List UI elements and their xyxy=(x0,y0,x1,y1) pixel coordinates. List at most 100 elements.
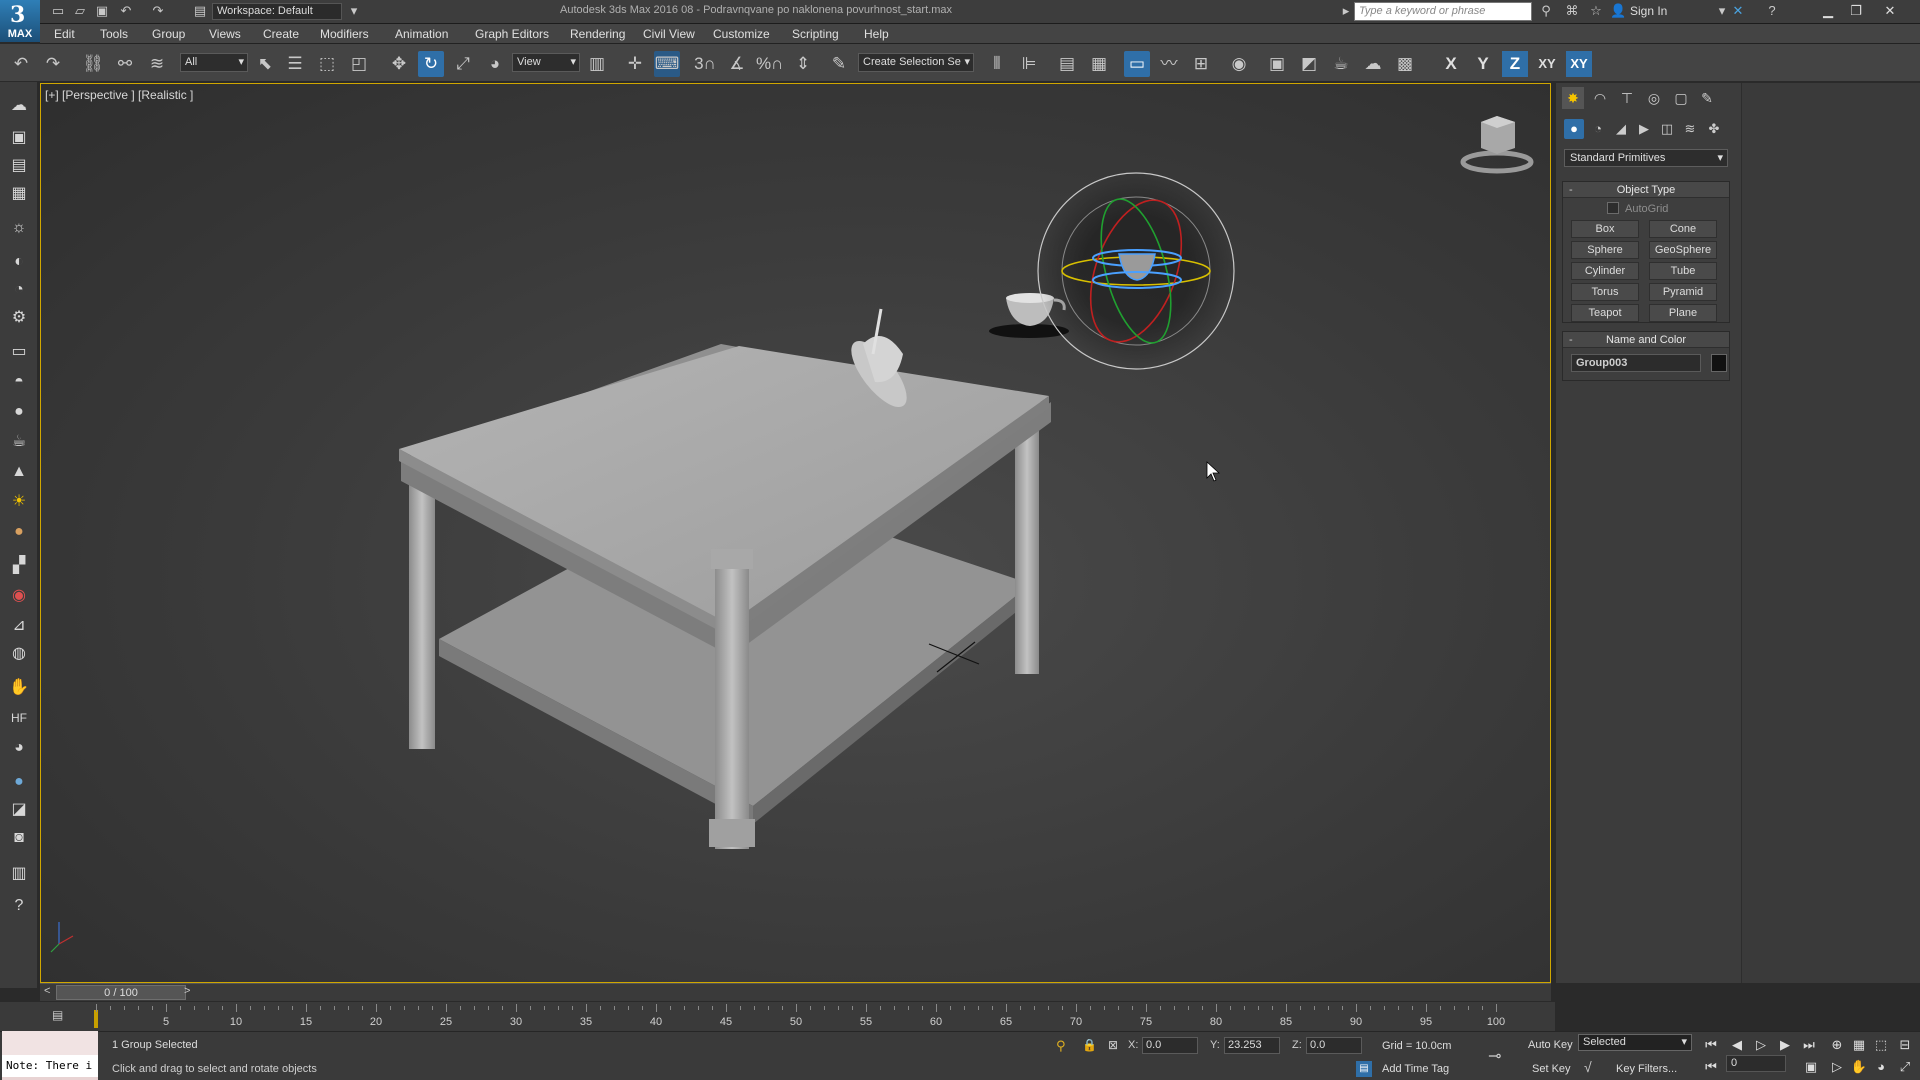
maxscript-input[interactable] xyxy=(2,1031,98,1055)
hair-fur-icon[interactable]: HF xyxy=(6,706,32,730)
menu-tools[interactable]: Tools xyxy=(100,27,128,41)
pyramid-button[interactable]: Pyramid xyxy=(1649,283,1717,301)
field-of-view-icon[interactable]: ▷ xyxy=(1826,1057,1848,1077)
align-icon[interactable]: ⊫ xyxy=(1016,51,1042,77)
x-coordinate-input[interactable]: 0.0 xyxy=(1142,1037,1198,1054)
light-lister-icon[interactable]: ☼ xyxy=(6,216,32,240)
save-file-icon[interactable]: ▣ xyxy=(94,3,110,19)
menu-customize[interactable]: Customize xyxy=(713,27,770,41)
favorites-star-icon[interactable]: ☆ xyxy=(1588,3,1604,19)
snaps-toggle-icon[interactable]: 3∩ xyxy=(692,51,718,77)
name-color-header[interactable]: - Name and Color xyxy=(1563,332,1729,348)
helpers-icon[interactable]: ◔ xyxy=(6,278,32,302)
select-place-icon[interactable]: ◕ xyxy=(482,51,508,77)
tube-button[interactable]: Tube xyxy=(1649,262,1717,280)
previous-frame-icon[interactable]: ◀ xyxy=(1726,1035,1748,1055)
cone-button[interactable]: Cone xyxy=(1649,220,1717,238)
help-icon[interactable]: ? xyxy=(1764,3,1780,19)
zoom-all-icon[interactable]: ▦ xyxy=(1848,1035,1870,1055)
y-coordinate-input[interactable]: 23.253 xyxy=(1224,1037,1280,1054)
select-scale-icon[interactable]: ⤢ xyxy=(450,51,476,77)
add-time-tag[interactable]: Add Time Tag xyxy=(1382,1063,1449,1075)
particle-icon[interactable]: ⚙ xyxy=(6,306,32,330)
z-coordinate-input[interactable]: 0.0 xyxy=(1306,1037,1362,1054)
menu-civil-view[interactable]: Civil View xyxy=(643,27,695,41)
box-button[interactable]: Box xyxy=(1571,220,1639,238)
scene-explorer-tool-icon[interactable]: ▤ xyxy=(6,154,32,178)
maxscript-listener[interactable]: Note: There i xyxy=(2,1031,98,1080)
next-frame-icon[interactable]: ▶ xyxy=(1774,1035,1796,1055)
sun-light-icon[interactable]: ☀ xyxy=(6,490,32,514)
lights-category-icon[interactable]: ◢ xyxy=(1611,119,1631,139)
coffee-table[interactable] xyxy=(399,344,1051,849)
cloth-icon[interactable]: ◕ xyxy=(6,736,32,760)
cylinder-button[interactable]: Cylinder xyxy=(1571,262,1639,280)
ribbon-toggle-icon[interactable]: ▭ xyxy=(1124,51,1150,77)
perspective-viewport[interactable]: [+] [Perspective ] [Realistic ] xyxy=(40,83,1551,983)
sphere-icon[interactable]: ● xyxy=(6,400,32,424)
exchange-apps-icon[interactable]: ✕ xyxy=(1730,3,1746,19)
selection-filter-dropdown[interactable]: All xyxy=(180,53,248,72)
mesh-tool-icon[interactable]: ⊿ xyxy=(6,614,32,638)
axis-y-button[interactable]: Y xyxy=(1470,51,1496,77)
redo-icon[interactable]: ↷ xyxy=(40,51,66,77)
key-filters-button[interactable]: Key Filters... xyxy=(1616,1063,1677,1075)
pivot-center-icon[interactable]: ▥ xyxy=(584,51,610,77)
spinner-snap-icon[interactable]: ⇕ xyxy=(790,51,816,77)
maximize-viewport-icon[interactable]: ⊟ xyxy=(1894,1035,1916,1055)
motion-tab-icon[interactable]: ◎ xyxy=(1643,87,1665,109)
select-object-icon[interactable]: ⬉ xyxy=(252,51,278,77)
binoculars-icon[interactable]: ⚲ xyxy=(1538,3,1554,19)
object-type-header[interactable]: - Object Type xyxy=(1563,182,1729,198)
project-folder-icon[interactable]: ▤ xyxy=(192,3,208,19)
reference-coordinate-dropdown[interactable]: View xyxy=(512,53,580,72)
globe-tool-icon[interactable]: ◍ xyxy=(6,642,32,666)
torus-button[interactable]: Torus xyxy=(1571,283,1639,301)
primitives-dropdown[interactable]: Standard Primitives xyxy=(1564,149,1728,167)
stairs-icon[interactable]: ▞ xyxy=(6,554,32,578)
render-in-cloud-icon[interactable]: ▩ xyxy=(1392,51,1418,77)
material-ball-icon[interactable]: ● xyxy=(6,520,32,544)
render-sphere-icon[interactable]: ● xyxy=(6,770,32,794)
object-name-input[interactable]: Group003 xyxy=(1571,354,1701,372)
menu-views[interactable]: Views xyxy=(209,27,241,41)
time-slider[interactable]: < 0 / 100 > xyxy=(40,983,1551,1001)
rectangular-selection-icon[interactable]: ⬚ xyxy=(314,51,340,77)
shapes-category-icon[interactable]: ◔ xyxy=(1588,119,1608,139)
freeform-icon[interactable]: ☁ xyxy=(6,94,32,118)
systems-category-icon[interactable]: ✤ xyxy=(1704,119,1724,139)
key-mode-icon[interactable]: ⊸ xyxy=(1488,1046,1501,1066)
helpers-category-icon[interactable]: ◫ xyxy=(1657,119,1677,139)
network-icon[interactable]: ◙ xyxy=(6,826,32,850)
camera-tool-icon[interactable]: ◐ xyxy=(6,250,32,274)
selection-lock-icon[interactable]: 🔒 xyxy=(1082,1038,1097,1052)
axis-xy-plane-button[interactable]: XY xyxy=(1566,51,1592,77)
go-to-start-icon[interactable]: ⏮ xyxy=(1700,1035,1722,1055)
angle-snap-icon[interactable]: ∡ xyxy=(724,51,750,77)
minimize-button[interactable]: ▁ xyxy=(1814,1,1842,21)
cameras-category-icon[interactable]: ▶ xyxy=(1634,119,1654,139)
quick-access-menu-icon[interactable]: ▾ xyxy=(346,3,362,19)
set-key-button[interactable]: Set Key xyxy=(1532,1063,1571,1075)
pill-tool-icon[interactable]: ◉ xyxy=(6,584,32,608)
menu-rendering[interactable]: Rendering xyxy=(570,27,625,41)
auto-key-button[interactable]: Auto Key xyxy=(1528,1039,1573,1051)
assets-icon[interactable]: ◪ xyxy=(6,798,32,822)
time-slider-prev-icon[interactable]: < xyxy=(44,985,50,997)
percent-snap-icon[interactable]: %∩ xyxy=(756,51,783,77)
render-setup-icon[interactable]: ▣ xyxy=(1264,51,1290,77)
menu-create[interactable]: Create xyxy=(263,27,299,41)
time-slider-thumb[interactable]: 0 / 100 xyxy=(56,985,186,1000)
play-icon[interactable]: ▷ xyxy=(1750,1035,1772,1055)
layer-explorer-icon[interactable]: ▤ xyxy=(1054,51,1080,77)
named-selection-set-dropdown[interactable]: Create Selection Se xyxy=(858,53,974,72)
open-file-icon[interactable]: ▱ xyxy=(72,3,88,19)
render-iterative-icon[interactable]: ☁ xyxy=(1360,51,1386,77)
infocenter-arrow-icon[interactable]: ▸ xyxy=(1338,3,1354,19)
display-tab-icon[interactable]: ▢ xyxy=(1670,87,1692,109)
zoom-extents-icon[interactable]: ⊕ xyxy=(1826,1035,1848,1055)
go-to-end-icon[interactable]: ⏭ xyxy=(1798,1035,1820,1055)
restore-button[interactable]: ❐ xyxy=(1842,1,1870,21)
menu-group[interactable]: Group xyxy=(152,27,185,41)
create-tab-icon[interactable]: ✸ xyxy=(1562,87,1584,109)
